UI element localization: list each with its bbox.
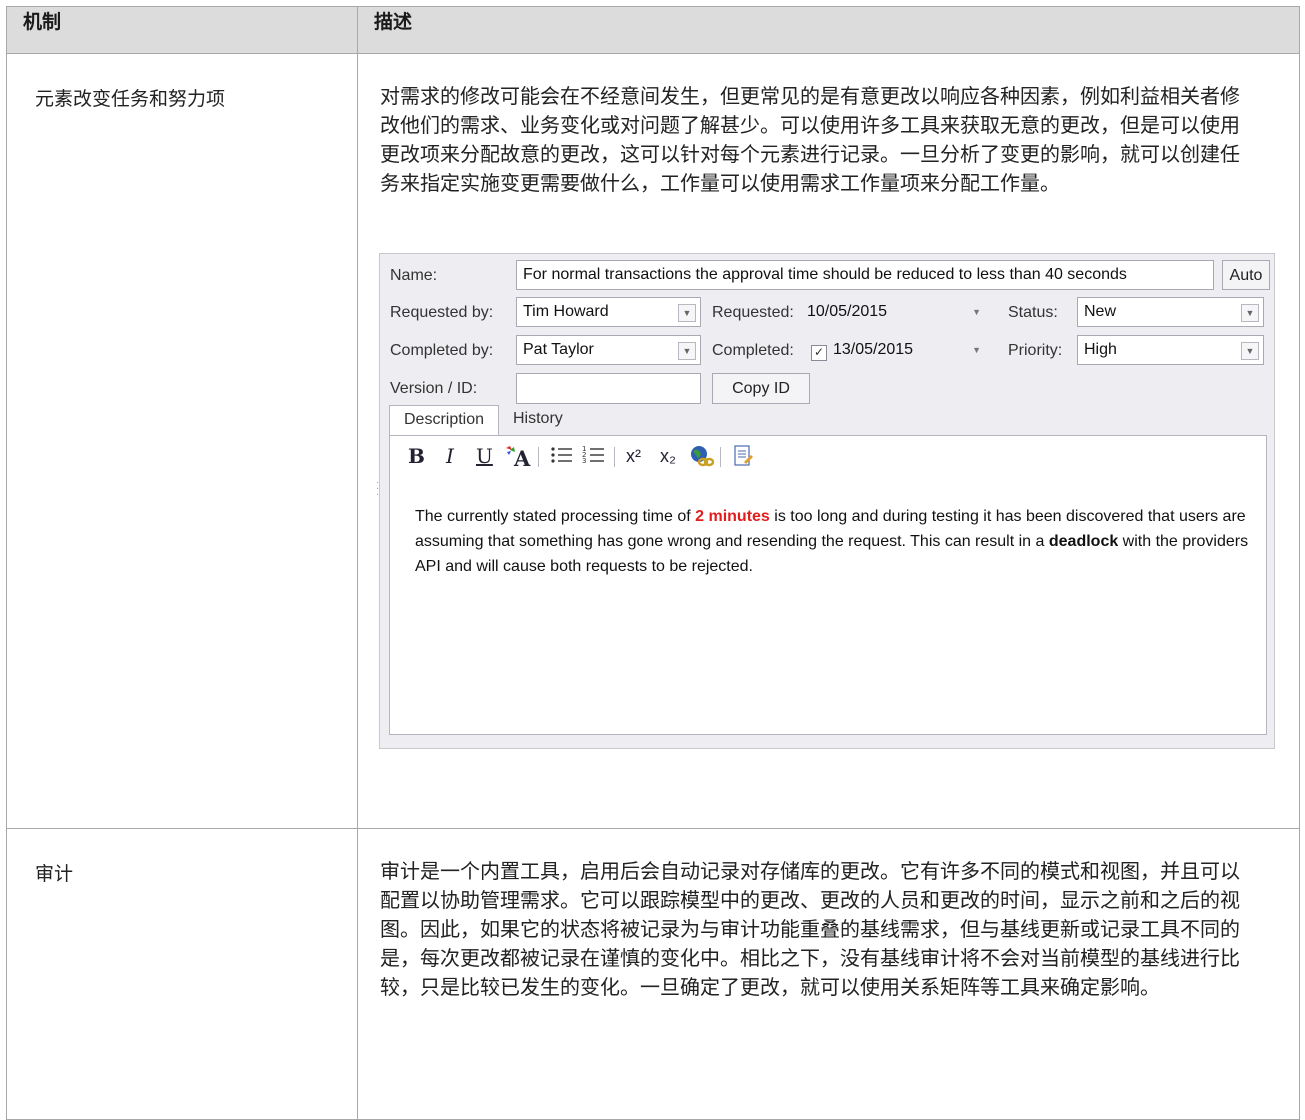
hyperlink-globe-icon[interactable] <box>688 444 715 474</box>
priority-select[interactable]: High ▼ <box>1077 335 1264 365</box>
completed-by-value: Pat Taylor <box>523 341 594 358</box>
completed-date-value: 13/05/2015 <box>833 341 914 358</box>
chevron-down-icon[interactable]: ▼ <box>678 342 696 360</box>
toolbar-separator <box>614 447 615 467</box>
svg-text:3: 3 <box>582 457 586 465</box>
description-bold: deadlock <box>1048 533 1119 550</box>
chevron-down-icon[interactable]: ▼ <box>1241 304 1259 322</box>
chevron-down-icon[interactable]: ▼ <box>1241 342 1259 360</box>
bullet-list-icon[interactable] <box>550 444 574 472</box>
mechanism-table: 机制 描述 元素改变任务和努力项 对需求的修改可能会在不经意间发生，但更常见的是… <box>6 6 1300 1120</box>
priority-value: High <box>1084 341 1117 358</box>
superscript-button[interactable]: x² <box>626 444 641 468</box>
subscript-button[interactable]: x₂ <box>660 444 676 468</box>
chevron-down-icon[interactable]: ▼ <box>678 304 696 322</box>
row-mechanism: 元素改变任务和努力项 <box>6 53 358 829</box>
table-row: 元素改变任务和努力项 对需求的修改可能会在不经意间发生，但更常见的是有意更改以响… <box>6 53 1300 829</box>
priority-label: Priority: <box>1008 342 1063 359</box>
drag-handle[interactable]: · · · <box>376 478 379 500</box>
italic-button[interactable]: I <box>446 444 454 468</box>
version-id-label: Version / ID: <box>390 380 478 397</box>
row-description: 对需求的修改可能会在不经意间发生，但更常见的是有意更改以响应各种因素，例如利益相… <box>380 84 1240 195</box>
completed-by-select[interactable]: Pat Taylor ▼ <box>516 335 701 365</box>
requested-by-select[interactable]: Tim Howard ▼ <box>516 297 701 327</box>
toolbar-separator <box>720 447 721 467</box>
numbered-list-icon[interactable]: 123 <box>582 444 606 472</box>
name-value: For normal transactions the approval tim… <box>523 266 1127 283</box>
table-row: 审计 审计是一个内置工具，启用后会自动记录对存储库的更改。它有许多不同的模式和视… <box>6 828 1300 1120</box>
requested-by-label: Requested by: <box>390 304 494 321</box>
status-value: New <box>1084 303 1117 320</box>
status-select[interactable]: New ▼ <box>1077 297 1264 327</box>
bold-button[interactable]: B <box>408 444 425 468</box>
change-item-dialog-screenshot: Name: For normal transactions the approv… <box>376 253 1275 749</box>
name-label: Name: <box>390 267 438 284</box>
requested-date-value: 10/05/2015 <box>807 303 888 320</box>
row-description: 审计是一个内置工具，启用后会自动记录对存储库的更改。它有许多不同的模式和视图，并… <box>380 859 1240 999</box>
row-mechanism: 审计 <box>6 828 358 1120</box>
description-text: The currently stated processing time of … <box>415 504 1255 579</box>
chevron-down-icon[interactable]: ▼ <box>972 336 981 364</box>
row-description-cell: 审计是一个内置工具，启用后会自动记录对存储库的更改。它有许多不同的模式和视图，并… <box>357 828 1300 1120</box>
row-description-cell: 对需求的修改可能会在不经意间发生，但更常见的是有意更改以响应各种因素，例如利益相… <box>357 53 1300 829</box>
completed-label: Completed: <box>712 342 794 359</box>
copy-id-button[interactable]: Copy ID <box>712 373 810 404</box>
header-description: 描述 <box>357 6 1300 54</box>
tab-description[interactable]: Description <box>389 405 499 435</box>
editor-toolbar: B I U A 123 x² x₂ <box>390 436 1266 476</box>
requested-date-picker[interactable]: 10/05/2015 ▼ <box>804 297 990 327</box>
completed-checkbox[interactable]: ✓ <box>811 345 827 361</box>
header-mechanism: 机制 <box>6 6 358 54</box>
auto-button[interactable]: Auto <box>1222 260 1270 290</box>
toolbar-separator <box>538 447 539 467</box>
table-header-row: 机制 描述 <box>6 6 1300 54</box>
chevron-down-icon[interactable]: ▼ <box>972 298 981 326</box>
underline-button[interactable]: U <box>476 444 493 468</box>
font-color-icon[interactable]: A <box>504 444 534 474</box>
description-editor[interactable]: · · · B I U A 1 2 3 x² x₂ The currently … <box>376 435 1267 735</box>
document-edit-icon[interactable] <box>732 444 754 474</box>
svg-text:A: A <box>513 446 531 468</box>
description-part: The currently stated processing time of <box>415 508 696 525</box>
tab-history[interactable]: History <box>513 405 563 433</box>
name-field[interactable]: For normal transactions the approval tim… <box>516 260 1214 290</box>
completed-by-label: Completed by: <box>390 342 494 359</box>
requested-label: Requested: <box>712 304 794 321</box>
status-label: Status: <box>1008 304 1058 321</box>
description-highlight: 2 minutes <box>695 508 770 525</box>
completed-date-picker[interactable]: ✓ 13/05/2015 ▼ <box>808 335 990 365</box>
version-id-field[interactable] <box>516 373 701 404</box>
requested-by-value: Tim Howard <box>523 303 609 320</box>
